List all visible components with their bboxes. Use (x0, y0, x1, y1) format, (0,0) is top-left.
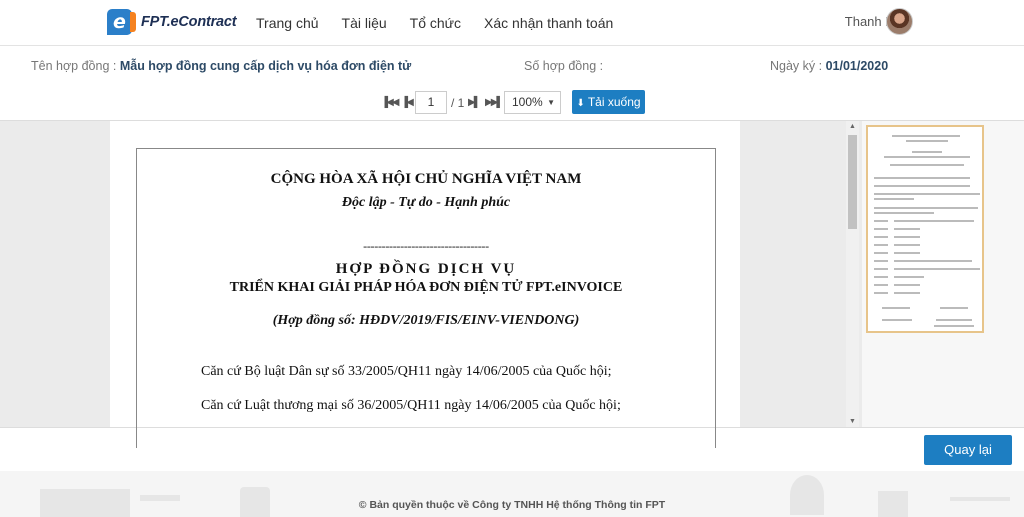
doc-national-title: CỘNG HÒA XÃ HỘI CHỦ NGHĨA VIỆT NAM (270, 171, 582, 187)
logo-e-icon: e (107, 9, 136, 35)
nav-organization[interactable]: Tổ chức (410, 15, 461, 31)
pdf-toolbar: ▐◀◀ ▐◀ 1 / 1 ▶▌ ▶▶▌ 100% ▼ ⬇ Tải xuống (0, 88, 1024, 118)
sign-date-label: Ngày ký : (770, 59, 823, 73)
caret-down-icon: ▼ (547, 98, 555, 107)
vertical-scrollbar[interactable]: ▲ ▼ (846, 121, 859, 427)
thumbnail-panel (862, 121, 1024, 427)
zoom-value: 100% (512, 95, 543, 109)
first-page-icon[interactable]: ▐◀◀ (381, 97, 400, 108)
doc-title: HỢP ĐỒNG DỊCH VỤ (335, 261, 517, 277)
next-page-icon[interactable]: ▶▌ (468, 97, 481, 108)
document-viewer: CỘNG HÒA XÃ HỘI CHỦ NGHĨA VIỆT NAM Độc l… (0, 120, 1024, 448)
download-icon: ⬇ (576, 98, 585, 109)
scroll-up-icon[interactable]: ▲ (849, 123, 856, 130)
page-number-input[interactable]: 1 (415, 91, 447, 114)
top-navbar: e FPT.eContract Trang chủ Tài liệu Tổ ch… (0, 0, 1024, 46)
brand-logo[interactable]: e FPT.eContract (107, 7, 237, 37)
prev-page-icon[interactable]: ▐◀ (401, 97, 414, 108)
brand-name: FPT.eContract (141, 14, 237, 30)
document-page: CỘNG HÒA XÃ HỘI CHỦ NGHĨA VIỆT NAM Độc l… (136, 148, 716, 448)
contract-info-row: Tên hợp đồng : Mẫu hợp đồng cung cấp dịc… (0, 46, 1024, 86)
back-button[interactable]: Quay lại (924, 435, 1012, 465)
contract-name: Tên hợp đồng : Mẫu hợp đồng cung cấp dịc… (31, 59, 411, 73)
download-button[interactable]: ⬇ Tải xuống (572, 90, 645, 114)
avatar[interactable] (886, 8, 913, 35)
doc-paragraph: Căn cứ Bộ luật Dân sự số 33/2005/QH11 ng… (201, 364, 612, 379)
nav-documents[interactable]: Tài liệu (342, 15, 387, 31)
sign-date: Ngày ký : 01/01/2020 (770, 59, 888, 73)
main-nav: Trang chủ Tài liệu Tổ chức Xác nhận than… (256, 0, 636, 46)
contract-name-value: Mẫu hợp đồng cung cấp dịch vụ hóa đơn đi… (119, 59, 412, 73)
scroll-down-icon[interactable]: ▼ (849, 418, 856, 425)
nav-payment-confirmation[interactable]: Xác nhận thanh toán (484, 15, 613, 31)
last-page-icon[interactable]: ▶▶▌ (485, 97, 504, 108)
doc-contract-number: (Hợp đồng số: HĐDV/2019/FIS/EINV-VIENDON… (272, 313, 580, 328)
doc-divider: ---------------------------------- (363, 239, 489, 253)
sign-date-value: 01/01/2020 (825, 59, 889, 73)
contract-number-label: Số hợp đồng : (524, 59, 604, 73)
zoom-select[interactable]: 100% ▼ (504, 91, 561, 114)
doc-motto: Độc lập - Tự do - Hạnh phúc (341, 195, 511, 210)
footer: © Bản quyền thuộc về Công ty TNHH Hệ thố… (0, 471, 1024, 517)
doc-subtitle: TRIỂN KHAI GIẢI PHÁP HÓA ĐƠN ĐIỆN TỬ FPT… (229, 280, 623, 295)
copyright-text: © Bản quyền thuộc về Công ty TNHH Hệ thố… (358, 499, 666, 511)
page-total: / 1 (451, 96, 465, 110)
scrollbar-thumb[interactable] (848, 135, 857, 229)
doc-paragraph: Căn cứ Luật thương mại số 36/2005/QH11 n… (201, 398, 621, 413)
download-label: Tải xuống (587, 95, 641, 109)
contract-number: Số hợp đồng : (524, 59, 603, 73)
page-thumbnail[interactable] (866, 125, 984, 333)
contract-name-label: Tên hợp đồng : (31, 59, 117, 73)
nav-home[interactable]: Trang chủ (256, 15, 319, 31)
